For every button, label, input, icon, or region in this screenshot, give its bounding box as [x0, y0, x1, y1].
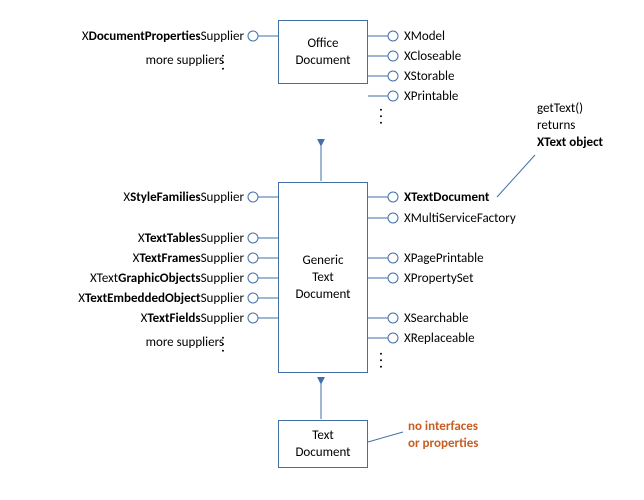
- box-label: Text: [279, 427, 367, 444]
- box-label: Document: [279, 286, 367, 303]
- generic-right-iface-2: XPagePrintable: [404, 250, 484, 267]
- office-right-dots: ...: [376, 108, 391, 127]
- office-right-iface-1: XCloseable: [404, 48, 461, 65]
- generic-left-iface-1: XTextTablesSupplier: [138, 230, 244, 247]
- office-document-box: Office Document: [278, 20, 368, 84]
- box-label: Office: [279, 35, 367, 52]
- box-label: Generic: [279, 252, 367, 269]
- office-right-iface-2: XStorable: [404, 68, 454, 85]
- generic-right-iface-4: XSearchable: [404, 310, 468, 327]
- generic-right-iface-1: XMultiServiceFactory: [404, 210, 516, 227]
- office-left-iface-0: XDocumentPropertiesSupplier: [82, 28, 244, 45]
- generic-right-iface-3: XPropertySet: [404, 270, 473, 287]
- office-left-dots: ...: [218, 54, 233, 73]
- generic-left-iface-0: XStyleFamiliesSupplier: [123, 189, 244, 206]
- generic-left-iface-3: XTextGraphicObjectsSupplier: [90, 270, 244, 287]
- note-no-interfaces: no interfaces or properties: [408, 418, 478, 452]
- box-label: Document: [279, 444, 367, 461]
- text-document-box: Text Document: [278, 420, 368, 468]
- generic-left-more: more suppliers: [146, 334, 224, 351]
- office-right-iface-3: XPrintable: [404, 88, 458, 105]
- generic-left-iface-4: XTextEmbeddedObjectSupplier: [78, 290, 244, 307]
- generic-right-iface-5: XReplaceable: [404, 330, 475, 347]
- box-label: Text: [279, 269, 367, 286]
- note-gettext: getText() returns XText object: [537, 100, 603, 151]
- generic-text-document-box: Generic Text Document: [278, 182, 368, 373]
- box-label: Document: [279, 52, 367, 69]
- generic-left-iface-2: XTextFramesSupplier: [133, 250, 244, 267]
- generic-right-iface-0: XTextDocument: [404, 189, 489, 206]
- office-left-more: more suppliers: [146, 52, 224, 69]
- office-right-iface-0: XModel: [404, 28, 445, 45]
- generic-right-dots: ...: [376, 352, 391, 371]
- generic-left-dots: ...: [218, 336, 233, 355]
- generic-left-iface-5: XTextFieldsSupplier: [141, 310, 244, 327]
